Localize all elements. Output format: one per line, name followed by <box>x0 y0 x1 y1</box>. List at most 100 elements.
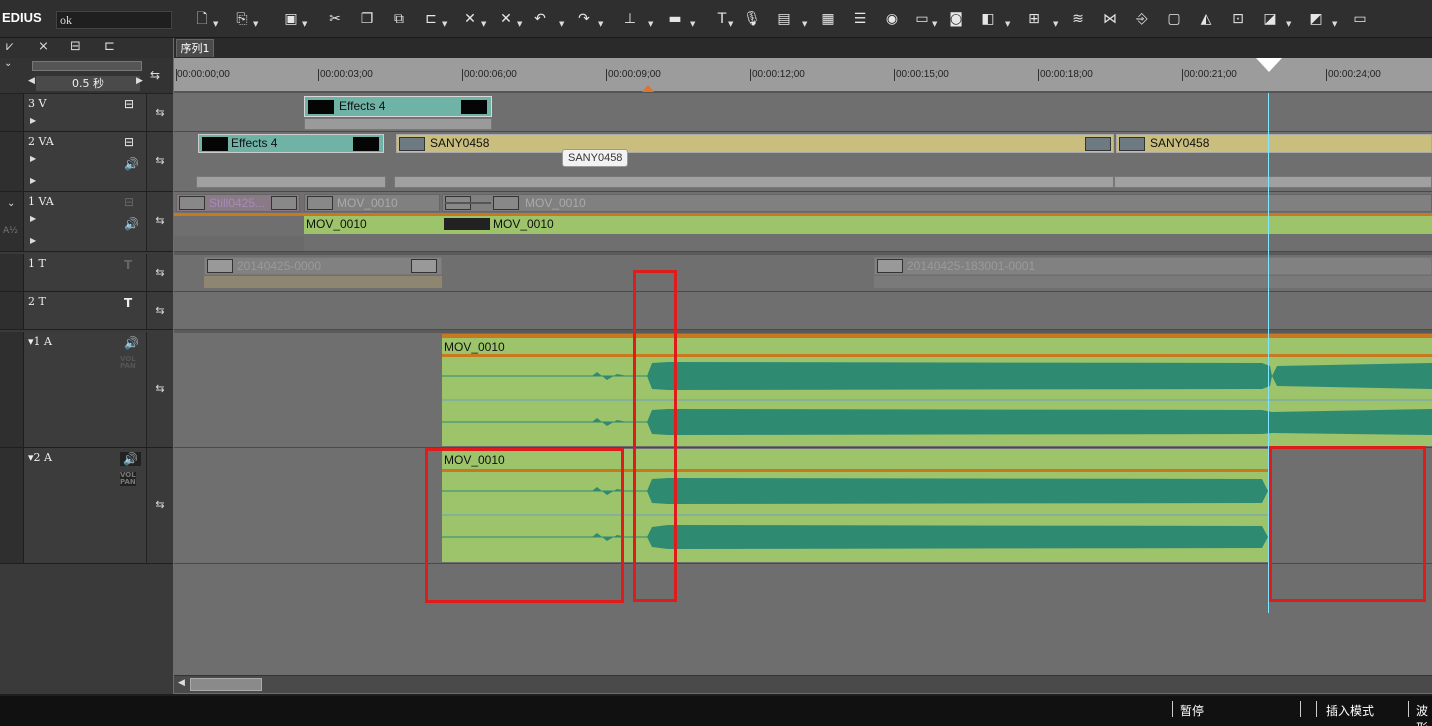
tape-icon[interactable]: ◩ <box>1306 10 1326 28</box>
track-sync-icon[interactable]: ⇆ <box>155 266 164 279</box>
capture-icon[interactable]: ⊡ <box>1228 10 1248 28</box>
track-sync-icon[interactable]: ⇆ <box>155 382 164 395</box>
project-name-field[interactable]: ok <box>56 11 172 29</box>
horizontal-scrollbar[interactable]: ◀ <box>174 675 1432 693</box>
paste-icon[interactable]: ⧉ <box>389 10 409 28</box>
track-header-2va[interactable]: 2 VA ▶ ▶ ⊟ 🔊 ⇆ <box>0 132 173 192</box>
video-toggle-icon[interactable]: ⊟ <box>124 135 134 149</box>
tab-sequence[interactable]: 序列1 <box>176 39 214 57</box>
audio-link-clip[interactable]: MOV_0010 <box>442 216 1432 234</box>
lane-2va[interactable]: Effects 4 SANY0458 SANY0458 <box>174 132 1432 192</box>
sync-lock-icon[interactable]: ⊏ <box>104 39 115 54</box>
audio-link-clip[interactable]: MOV_0010 <box>304 216 442 234</box>
track-header-1va[interactable]: ⌄ A½ 1 VA ▶ ▶ ⊟ 🔊 ⇆ <box>0 192 173 252</box>
speaker-icon[interactable]: 🔊 <box>124 217 139 231</box>
split-icon[interactable]: ⊏ <box>421 10 441 28</box>
link-icon[interactable]: ⊟ <box>70 39 81 54</box>
render-icon[interactable]: ▤ <box>774 10 794 28</box>
track-header-2t[interactable]: 2 T T ⇆ <box>0 292 173 330</box>
source-patch-icon[interactable]: ⌄ <box>7 198 15 209</box>
track-link-icon[interactable]: ⎆ <box>1132 10 1152 28</box>
lane-2a[interactable]: MOV_0010 <box>174 448 1432 564</box>
video-toggle-icon[interactable]: ⊟ <box>124 195 134 209</box>
track-sync-icon[interactable]: ⇆ <box>155 214 164 227</box>
track-header-1t[interactable]: 1 T T ⇆ <box>0 254 173 292</box>
cut-icon[interactable]: ✂ <box>325 10 345 28</box>
save-icon[interactable]: ▣ <box>281 10 301 28</box>
zoom-left-icon[interactable]: ◀ <box>28 76 35 86</box>
camera-icon[interactable]: ◙ <box>946 10 966 28</box>
export-icon[interactable]: ◪ <box>1260 10 1280 28</box>
effects-icon[interactable]: ◭ <box>1196 10 1216 28</box>
effects-clip[interactable]: Effects 4 <box>304 96 492 117</box>
color-wheel-icon[interactable]: ◉ <box>882 10 902 28</box>
ruler-sync-icon[interactable]: ⇆ <box>150 68 160 82</box>
mode-icon[interactable]: ⩗ <box>6 39 13 54</box>
lane-1t[interactable]: 20140425-0000 20140425-183001-0001 <box>174 255 1432 292</box>
expand-icon[interactable]: ▶ <box>30 116 36 125</box>
expand-icon[interactable]: ▶ <box>30 214 36 223</box>
in-point-marker[interactable] <box>642 85 654 92</box>
copy-icon[interactable]: ❐ <box>357 10 377 28</box>
expand-audio-icon[interactable]: ▶ <box>30 176 36 185</box>
scroll-left-icon[interactable]: ◀ <box>178 678 185 688</box>
marker-icon[interactable]: ⊥ <box>620 10 640 28</box>
speaker-icon[interactable]: 🔊 <box>124 336 139 350</box>
video-clip[interactable]: SANY0458 <box>396 134 1114 153</box>
undo-icon[interactable]: ↶ <box>530 10 550 28</box>
monitor-icon[interactable]: ▭ <box>912 10 932 28</box>
expand-audio-icon[interactable]: ▶ <box>30 236 36 245</box>
pan-label[interactable]: PAN <box>120 479 136 486</box>
video-clip[interactable]: MOV_0010 <box>304 194 440 212</box>
lane-2t[interactable] <box>174 292 1432 330</box>
effects-clip[interactable]: Effects 4 <box>198 134 384 153</box>
track-sync-icon[interactable]: ⇆ <box>155 498 164 511</box>
bin-icon[interactable]: ▢ <box>1164 10 1184 28</box>
mic-icon[interactable]: 🎙 <box>742 10 762 28</box>
title-clip[interactable]: 20140425-183001-0001 <box>874 257 1432 275</box>
title-toggle-icon[interactable]: T <box>124 258 132 272</box>
sync-icon[interactable]: ▬ <box>665 10 685 28</box>
track-header-2a[interactable]: ▾2 A 🔊 VOL PAN ⇆ <box>0 448 173 564</box>
track-sync-icon[interactable]: ⇆ <box>155 106 164 119</box>
zoom-slider[interactable] <box>32 61 142 71</box>
lane-1a[interactable]: MOV_0010 <box>174 333 1432 448</box>
ripple-delete-icon[interactable]: ✕ <box>460 10 480 28</box>
video-clip[interactable]: MOV_0010 <box>442 194 1432 212</box>
title-clip[interactable]: 20140425-0000 <box>204 257 442 275</box>
video-clip[interactable]: SANY0458 <box>1116 134 1432 153</box>
track-header-1a[interactable]: ▾1 A 🔊 VOL PAN ⇆ <box>0 332 173 448</box>
zoom-scale-label[interactable]: 0.5 秒 <box>36 76 140 91</box>
new-sequence-icon[interactable]: 🗋 <box>192 10 212 28</box>
title-toggle-icon[interactable]: T <box>124 296 132 310</box>
mixer-icon[interactable]: ☰ <box>850 10 870 28</box>
time-ruler[interactable]: 00:00:00;00 00:00:03;00 00:00:06;00 00:0… <box>174 58 1432 93</box>
fx-icon[interactable]: ⨯ <box>38 39 49 54</box>
multicam-icon[interactable]: ⊞ <box>1024 10 1044 28</box>
delete-icon[interactable]: ✕ <box>496 10 516 28</box>
timeline-area[interactable]: 序列1 00:00:00;00 00:00:03;00 00:00:06;00 … <box>174 38 1432 694</box>
audio-patch-icon[interactable]: A½ <box>3 226 18 236</box>
open-icon[interactable]: ⎘ <box>232 10 252 28</box>
pan-label[interactable]: PAN <box>120 363 136 370</box>
playhead-handle[interactable] <box>1256 58 1282 72</box>
still-clip[interactable]: Still0425... <box>176 194 300 212</box>
track-sync-icon[interactable]: ⇆ <box>155 154 164 167</box>
speaker-icon[interactable]: 🔊 <box>124 157 139 171</box>
lane-1va[interactable]: Still0425... MOV_0010 MOV_0010 MOV_0010 … <box>174 192 1432 252</box>
scroll-thumb[interactable] <box>190 678 262 691</box>
redo-icon[interactable]: ↷ <box>574 10 594 28</box>
zoom-right-icon[interactable]: ▶ <box>136 76 143 86</box>
collapse-icon[interactable]: ⌄ <box>4 58 12 69</box>
track-header-3v[interactable]: 3 V ▶ ⊟ ⇆ <box>0 94 173 132</box>
speaker-icon[interactable]: 🔊 <box>120 452 141 466</box>
waveform-icon[interactable]: ≋ <box>1068 10 1088 28</box>
expand-icon[interactable]: ▶ <box>30 154 36 163</box>
transition-icon[interactable]: ◧ <box>978 10 998 28</box>
video-toggle-icon[interactable]: ⊟ <box>124 97 134 111</box>
track-sync-icon[interactable]: ⇆ <box>155 304 164 317</box>
snap-icon[interactable]: ⋈ <box>1100 10 1120 28</box>
audio-clip[interactable]: MOV_0010 <box>442 334 1432 446</box>
layout-icon[interactable]: ▦ <box>818 10 838 28</box>
lane-3v[interactable]: Effects 4 <box>174 94 1432 132</box>
